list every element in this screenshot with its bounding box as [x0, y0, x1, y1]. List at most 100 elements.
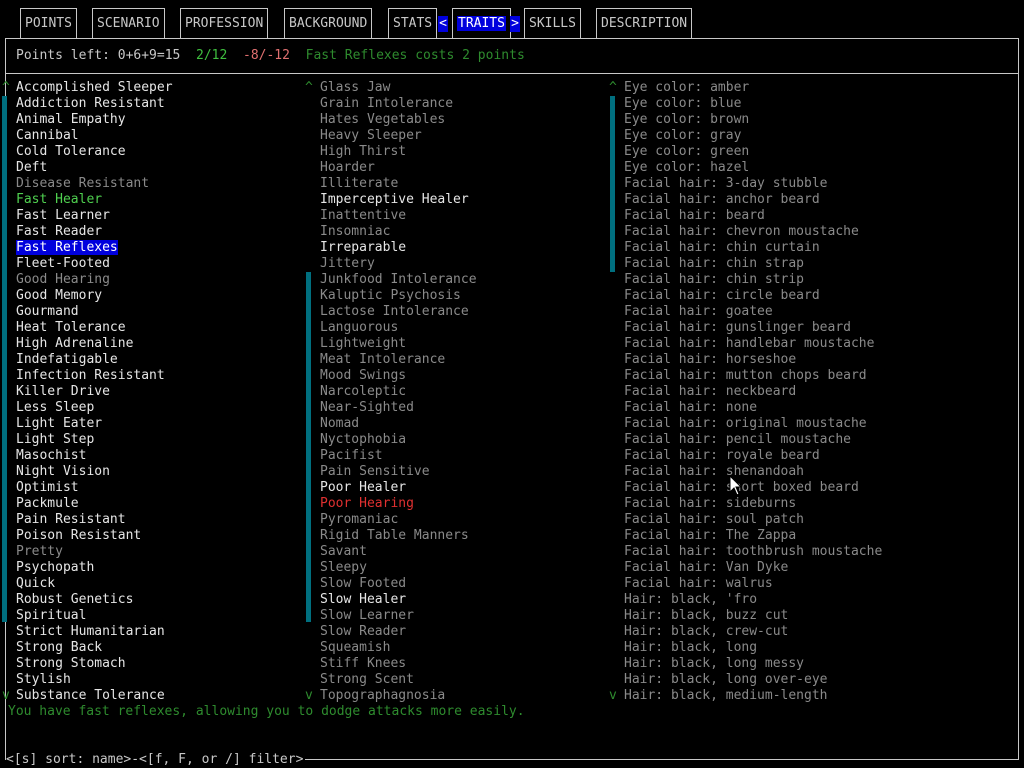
- trait-item[interactable]: Hoarder: [320, 160, 620, 176]
- trait-item[interactable]: Poor Healer: [320, 480, 620, 496]
- trait-item[interactable]: Psychopath: [16, 560, 316, 576]
- trait-item[interactable]: Facial hair: goatee: [624, 304, 1014, 320]
- trait-item[interactable]: Facial hair: circle beard: [624, 288, 1014, 304]
- trait-item[interactable]: Facial hair: mutton chops beard: [624, 368, 1014, 384]
- trait-item[interactable]: Illiterate: [320, 176, 620, 192]
- trait-item[interactable]: Facial hair: beard: [624, 208, 1014, 224]
- trait-item[interactable]: Facial hair: pencil moustache: [624, 432, 1014, 448]
- trait-item[interactable]: Facial hair: chevron moustache: [624, 224, 1014, 240]
- trait-item[interactable]: Facial hair: royale beard: [624, 448, 1014, 464]
- trait-item[interactable]: Facial hair: sideburns: [624, 496, 1014, 512]
- trait-item[interactable]: Slow Reader: [320, 624, 620, 640]
- trait-item[interactable]: Lightweight: [320, 336, 620, 352]
- trait-item[interactable]: Topographagnosia: [320, 688, 620, 704]
- trait-item[interactable]: Good Memory: [16, 288, 316, 304]
- trait-item[interactable]: Poor Hearing: [320, 496, 620, 512]
- trait-item[interactable]: Optimist: [16, 480, 316, 496]
- trait-item[interactable]: Gourmand: [16, 304, 316, 320]
- trait-item[interactable]: Hair: black, long messy: [624, 656, 1014, 672]
- trait-item[interactable]: Hair: black, medium-length: [624, 688, 1014, 704]
- trait-item[interactable]: Hair: black, long over-eye: [624, 672, 1014, 688]
- trait-item[interactable]: Eye color: gray: [624, 128, 1014, 144]
- col1-scroll-down-icon[interactable]: v: [2, 688, 10, 704]
- trait-item[interactable]: Facial hair: 3-day stubble: [624, 176, 1014, 192]
- trait-item[interactable]: Facial hair: chin strip: [624, 272, 1014, 288]
- trait-item[interactable]: Eye color: hazel: [624, 160, 1014, 176]
- trait-item[interactable]: Fast Learner: [16, 208, 316, 224]
- trait-item[interactable]: Squeamish: [320, 640, 620, 656]
- trait-item[interactable]: Cannibal: [16, 128, 316, 144]
- trait-item[interactable]: Less Sleep: [16, 400, 316, 416]
- trait-item[interactable]: Fast Healer: [16, 192, 316, 208]
- trait-item[interactable]: Strong Stomach: [16, 656, 316, 672]
- trait-item[interactable]: Nyctophobia: [320, 432, 620, 448]
- trait-item[interactable]: Facial hair: none: [624, 400, 1014, 416]
- trait-item[interactable]: Near-Sighted: [320, 400, 620, 416]
- trait-item[interactable]: Eye color: blue: [624, 96, 1014, 112]
- trait-item[interactable]: Packmule: [16, 496, 316, 512]
- trait-item[interactable]: Good Hearing: [16, 272, 316, 288]
- trait-item[interactable]: Strict Humanitarian: [16, 624, 316, 640]
- trait-item[interactable]: Facial hair: gunslinger beard: [624, 320, 1014, 336]
- trait-item[interactable]: Heat Tolerance: [16, 320, 316, 336]
- trait-item[interactable]: Rigid Table Manners: [320, 528, 620, 544]
- trait-item[interactable]: Savant: [320, 544, 620, 560]
- tab-traits[interactable]: TRAITS: [452, 8, 511, 38]
- trait-item[interactable]: Hair: black, crew-cut: [624, 624, 1014, 640]
- trait-item[interactable]: Kaluptic Psychosis: [320, 288, 620, 304]
- trait-item[interactable]: Facial hair: chin curtain: [624, 240, 1014, 256]
- trait-item[interactable]: Pain Resistant: [16, 512, 316, 528]
- trait-item[interactable]: Facial hair: short boxed beard: [624, 480, 1014, 496]
- tab-description[interactable]: DESCRIPTION: [596, 8, 693, 38]
- trait-item[interactable]: Grain Intolerance: [320, 96, 620, 112]
- sort-filter-hint[interactable]: <[s] sort: name>-<[f, F, or /] filter>: [6, 752, 306, 768]
- trait-item[interactable]: Glass Jaw: [320, 80, 620, 96]
- trait-item[interactable]: Facial hair: anchor beard: [624, 192, 1014, 208]
- trait-item[interactable]: Narcoleptic: [320, 384, 620, 400]
- trait-item[interactable]: Mood Swings: [320, 368, 620, 384]
- col2-scroll-down-icon[interactable]: v: [305, 688, 313, 704]
- trait-item[interactable]: Facial hair: soul patch: [624, 512, 1014, 528]
- trait-item[interactable]: Lactose Intolerance: [320, 304, 620, 320]
- trait-item[interactable]: Animal Empathy: [16, 112, 316, 128]
- trait-item[interactable]: Facial hair: walrus: [624, 576, 1014, 592]
- trait-item[interactable]: Pain Sensitive: [320, 464, 620, 480]
- col3-scroll-up-icon[interactable]: ^: [609, 80, 617, 96]
- trait-item[interactable]: Indefatigable: [16, 352, 316, 368]
- trait-item[interactable]: Facial hair: shenandoah: [624, 464, 1014, 480]
- trait-item[interactable]: Facial hair: handlebar moustache: [624, 336, 1014, 352]
- trait-item[interactable]: Inattentive: [320, 208, 620, 224]
- trait-item[interactable]: Deft: [16, 160, 316, 176]
- col3-scroll-down-icon[interactable]: v: [609, 688, 617, 704]
- col1-scrollbar[interactable]: [2, 96, 7, 622]
- trait-item[interactable]: Substance Tolerance: [16, 688, 316, 704]
- trait-item[interactable]: Hair: black, 'fro: [624, 592, 1014, 608]
- tab-stats[interactable]: STATS: [388, 8, 438, 38]
- trait-item[interactable]: Hates Vegetables: [320, 112, 620, 128]
- trait-item[interactable]: Nomad: [320, 416, 620, 432]
- trait-item[interactable]: Light Eater: [16, 416, 316, 432]
- trait-item[interactable]: Imperceptive Healer: [320, 192, 620, 208]
- trait-item[interactable]: Robust Genetics: [16, 592, 316, 608]
- trait-item[interactable]: Junkfood Intolerance: [320, 272, 620, 288]
- trait-item[interactable]: Slow Footed: [320, 576, 620, 592]
- trait-item[interactable]: Pyromaniac: [320, 512, 620, 528]
- col1-scroll-up-icon[interactable]: ^: [2, 80, 10, 96]
- trait-item[interactable]: Eye color: brown: [624, 112, 1014, 128]
- trait-item[interactable]: Fleet-Footed: [16, 256, 316, 272]
- trait-item[interactable]: Languorous: [320, 320, 620, 336]
- trait-item[interactable]: Quick: [16, 576, 316, 592]
- trait-item[interactable]: Eye color: green: [624, 144, 1014, 160]
- trait-item[interactable]: Spiritual: [16, 608, 316, 624]
- trait-item[interactable]: Facial hair: The Zappa: [624, 528, 1014, 544]
- trait-item[interactable]: Pacifist: [320, 448, 620, 464]
- trait-item[interactable]: Stylish: [16, 672, 316, 688]
- trait-item[interactable]: Irreparable: [320, 240, 620, 256]
- trait-item[interactable]: Sleepy: [320, 560, 620, 576]
- tab-skills[interactable]: SKILLS: [524, 8, 581, 38]
- trait-item[interactable]: Infection Resistant: [16, 368, 316, 384]
- trait-item[interactable]: Facial hair: original moustache: [624, 416, 1014, 432]
- trait-item[interactable]: Masochist: [16, 448, 316, 464]
- col3-scrollbar[interactable]: [610, 96, 615, 272]
- trait-item[interactable]: Pretty: [16, 544, 316, 560]
